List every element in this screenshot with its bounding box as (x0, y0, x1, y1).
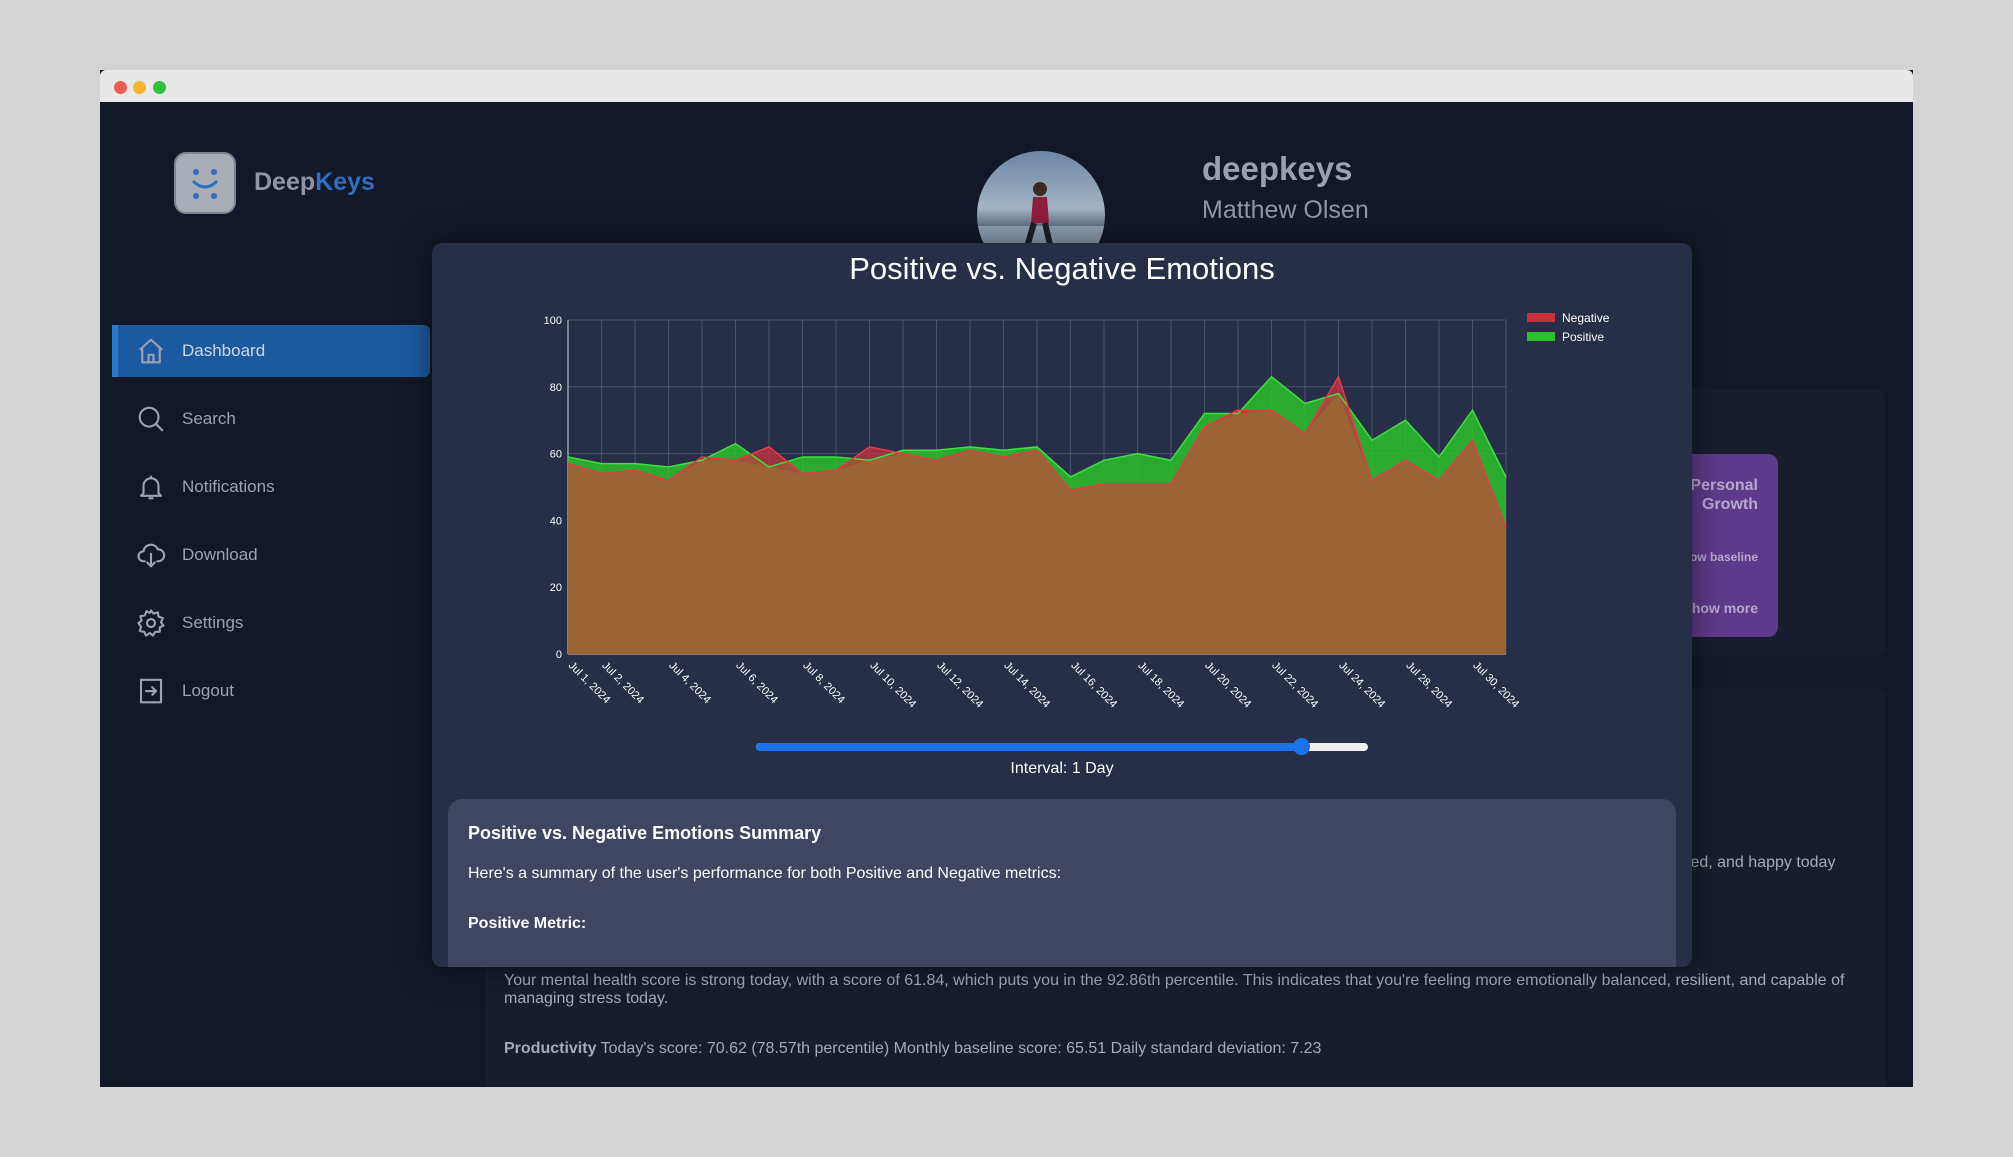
maximize-window-button[interactable] (153, 81, 166, 94)
legend-swatch (1527, 313, 1555, 322)
interval-label: Interval: 1 Day (1010, 760, 1114, 777)
x-tick-label: Jul 30, 2024 (1470, 660, 1521, 711)
sidebar-item-logout[interactable]: Logout (112, 665, 430, 717)
close-window-button[interactable] (114, 81, 127, 94)
summary-intro: Here's a summary of the user's performan… (468, 865, 1062, 882)
sidebar-item-label: Download (182, 545, 258, 564)
x-tick-label: Jul 14, 2024 (1001, 660, 1052, 711)
y-tick-label: 100 (544, 315, 562, 327)
x-tick-label: Jul 28, 2024 (1403, 660, 1454, 711)
logout-icon (134, 674, 168, 708)
y-tick-label: 20 (550, 582, 562, 594)
minimize-window-button[interactable] (133, 81, 146, 94)
window-titlebar (100, 70, 1913, 102)
y-tick-label: 80 (550, 382, 562, 394)
slider-thumb[interactable] (1292, 738, 1310, 755)
profile-username: deepkeys (1202, 150, 1353, 187)
sidebar-item-label: Logout (182, 681, 234, 700)
x-tick-label: Jul 16, 2024 (1068, 660, 1119, 711)
legend-swatch (1527, 332, 1555, 341)
chart-modal: Positive vs. Negative Emotions 0 20 40 60 80… (432, 243, 1692, 967)
sidebar-item-label: Dashboard (182, 341, 266, 360)
personal-growth-card[interactable]: Personal Growth ow baseline how more (1680, 454, 1778, 637)
cloud-download-icon (134, 538, 168, 572)
y-tick-label: 40 (550, 515, 562, 527)
y-tick-label: 0 (556, 649, 562, 661)
bell-icon (134, 470, 168, 504)
show-more-link[interactable]: how more (1692, 600, 1758, 616)
legend-label: Negative (1562, 311, 1610, 325)
mental-health-paragraph: Your mental health score is strong today… (504, 972, 1845, 1007)
x-tick-label: Jul 6, 2024 (733, 660, 780, 707)
x-tick-label: Jul 22, 2024 (1269, 660, 1320, 711)
productivity-line: Productivity Today's score: 70.62 (78.57… (504, 1040, 1321, 1058)
x-tick-label: Jul 12, 2024 (934, 660, 985, 711)
summary-title: Positive vs. Negative Emotions Summary (468, 823, 822, 843)
emotions-chart: 020406080100Jul 1, 2024Jul 2, 2024 Jul 4,… (544, 311, 1610, 711)
summary-panel: Positive vs. Negative Emotions Summary H… (448, 799, 1676, 967)
interval-slider[interactable] (756, 738, 1368, 755)
x-tick-label: Jul 24, 2024 (1336, 660, 1387, 711)
sidebar-item-label: Settings (182, 613, 244, 632)
search-icon (134, 402, 168, 436)
card-subtitle: ow baseline (1689, 550, 1758, 564)
sidebar-item-search[interactable]: Search (112, 393, 430, 445)
sidebar-item-dashboard[interactable]: Dashboard (112, 325, 430, 377)
sidebar-item-label: Notifications (182, 477, 275, 496)
x-tick-label: Jul 18, 2024 (1135, 660, 1186, 711)
profile-full-name: Matthew Olsen (1202, 196, 1369, 224)
home-icon (134, 334, 168, 368)
x-tick-label: Jul 20, 2024 (1202, 660, 1253, 711)
sidebar-item-notifications[interactable]: Notifications (112, 461, 430, 513)
sidebar-item-label: Search (182, 409, 236, 428)
sidebar: DeepKeys Dashboard Search Notifications … (100, 102, 430, 1087)
app-window: DeepKeys Dashboard Search Notifications … (100, 70, 1913, 1087)
brand-part-2: Keys (315, 168, 375, 196)
x-tick-label: Jul 10, 2024 (867, 660, 918, 711)
productivity-text: Today's score: 70.62 (78.57th percentile… (600, 1040, 1322, 1057)
background-snippet: ted, and happy today (1686, 854, 1836, 871)
brand-part-1: Deep (254, 168, 316, 196)
sidebar-item-download[interactable]: Download (112, 529, 430, 581)
productivity-label: Productivity (504, 1040, 597, 1057)
y-tick-label: 60 (550, 449, 562, 461)
x-tick-label: Jul 8, 2024 (800, 660, 847, 707)
summary-metric-heading: Positive Metric: (468, 915, 587, 932)
brand-name[interactable]: DeepKeys (254, 168, 375, 197)
x-tick-label: Jul 4, 2024 (666, 660, 713, 707)
gear-icon (134, 606, 168, 640)
legend-label: Positive (1562, 330, 1604, 344)
slider-fill (756, 743, 1301, 751)
logo-icon (174, 152, 236, 214)
sidebar-item-settings[interactable]: Settings (112, 597, 430, 649)
